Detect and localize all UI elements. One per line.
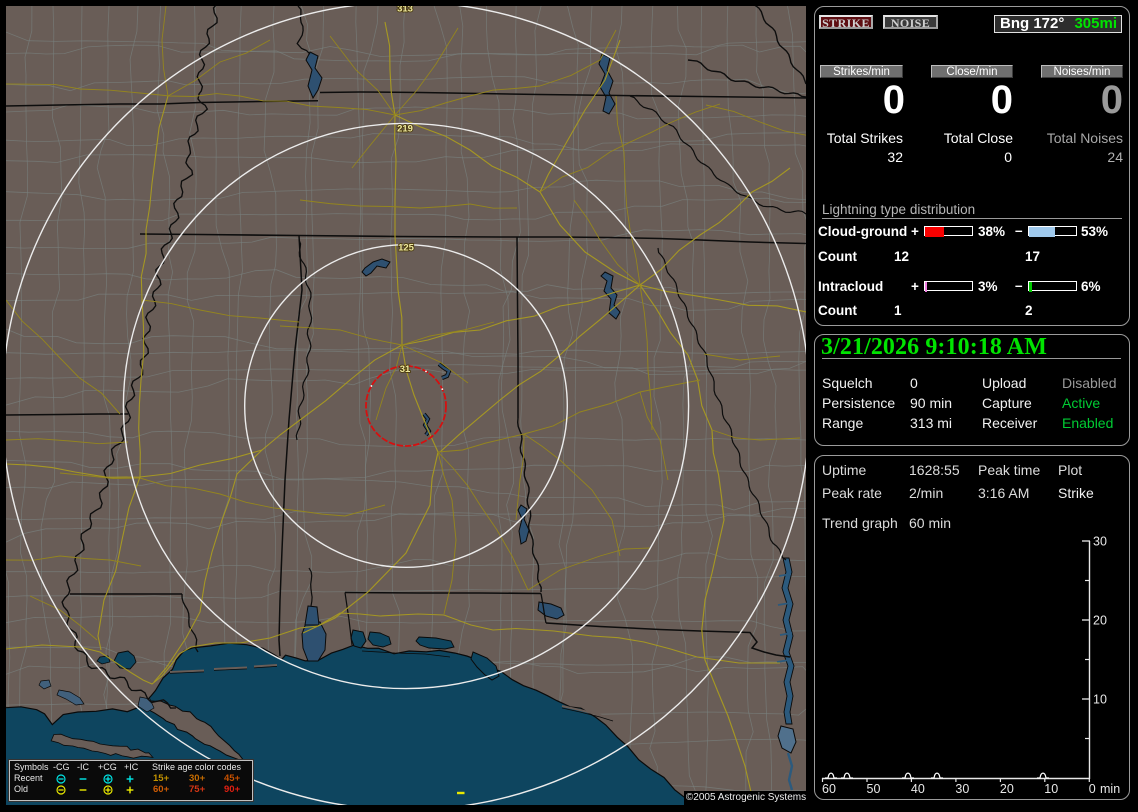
svg-text:10: 10: [1093, 693, 1107, 707]
svg-text:50: 50: [867, 782, 881, 796]
svg-text:min: min: [1100, 782, 1120, 796]
svg-text:30: 30: [955, 782, 969, 796]
svg-text:0: 0: [1089, 782, 1096, 796]
svg-text:31: 31: [400, 364, 411, 375]
svg-text:30: 30: [1093, 535, 1107, 549]
svg-text:60: 60: [822, 782, 836, 796]
svg-text:40: 40: [911, 782, 925, 796]
svg-text:10: 10: [1044, 782, 1058, 796]
svg-text:313: 313: [397, 6, 413, 15]
svg-text:20: 20: [1093, 614, 1107, 628]
svg-text:219: 219: [397, 124, 413, 135]
svg-text:20: 20: [1000, 782, 1014, 796]
svg-text:125: 125: [398, 243, 415, 254]
